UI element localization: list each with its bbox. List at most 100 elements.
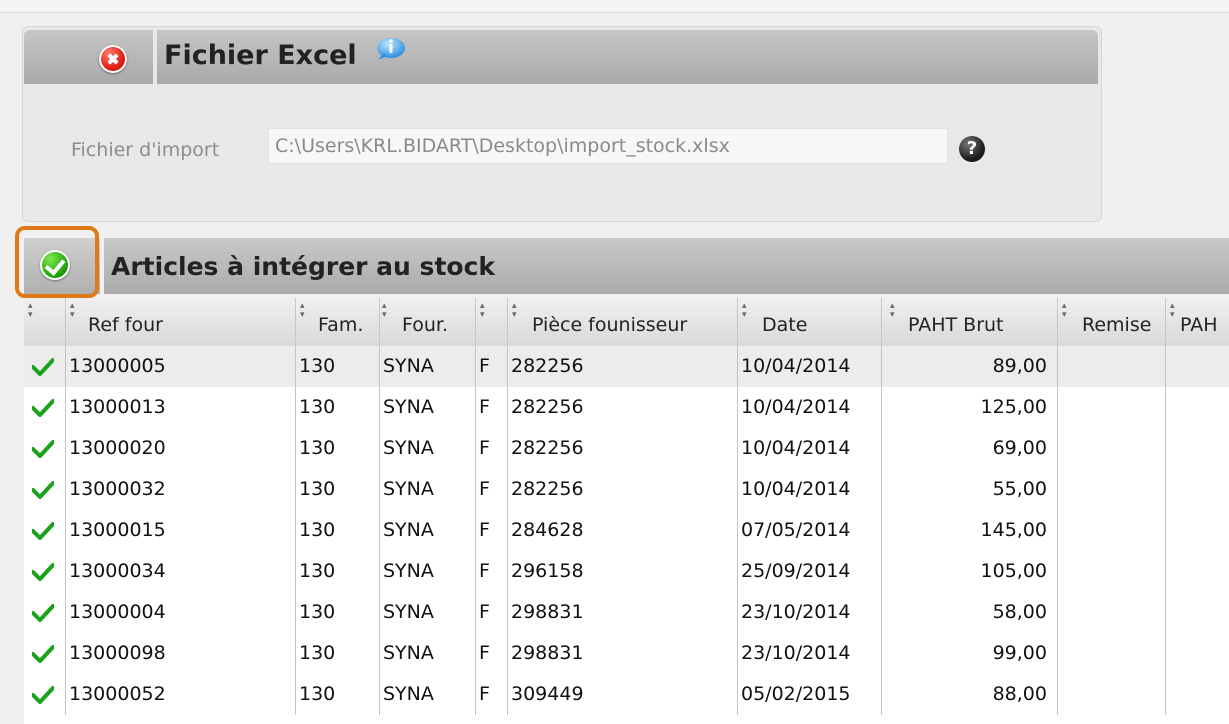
cell-ref: 13000098 — [66, 633, 296, 674]
cell-remise — [1058, 551, 1166, 592]
table-row[interactable]: 13000004 130 SYNA F 298831 23/10/2014 58,00 — [24, 592, 1229, 633]
row-status-cell — [24, 551, 66, 592]
column-header-paht[interactable]: ▴ ▾ PAH — [1166, 298, 1229, 346]
table-row[interactable]: 13000005 130 SYNA F 282256 10/04/2014 89,00 — [24, 346, 1229, 387]
cell-piece: 282256 — [508, 469, 738, 510]
table-row[interactable]: 13000020 130 SYNA F 282256 10/04/2014 69,00 — [24, 428, 1229, 469]
close-circle-icon[interactable] — [99, 45, 127, 73]
cell-brut: 105,00 — [882, 551, 1058, 592]
table-row[interactable]: 13000034 130 SYNA F 296158 25/09/2014 105,00 — [24, 551, 1229, 592]
table-row[interactable]: 13000032 130 SYNA F 282256 10/04/2014 55,00 — [24, 469, 1229, 510]
column-header-f[interactable]: ▴ ▾ — [476, 298, 508, 346]
checkmark-icon — [32, 440, 54, 458]
cell-piece: 296158 — [508, 551, 738, 592]
row-status-cell — [24, 428, 66, 469]
row-status-cell — [24, 674, 66, 715]
table-header: ▴ ▾ ▴ ▾ Ref four ▴ ▾ Fam. ▴ ▾ Four. ▴ ▾ ▴ ▾ Pi… — [24, 298, 1229, 347]
checkmark-icon — [32, 604, 54, 622]
row-status-cell — [24, 510, 66, 551]
cell-paht — [1166, 592, 1229, 633]
row-status-cell — [24, 592, 66, 633]
cell-ref: 13000015 — [66, 510, 296, 551]
cell-remise — [1058, 428, 1166, 469]
cell-paht — [1166, 633, 1229, 674]
column-header-remise[interactable]: ▴ ▾ Remise — [1058, 298, 1166, 346]
cell-date: 23/10/2014 — [738, 592, 882, 633]
cell-f: F — [476, 551, 508, 592]
column-header-date[interactable]: ▴ ▾ Date — [738, 298, 882, 346]
help-icon[interactable]: ? — [959, 136, 985, 162]
cell-brut: 99,00 — [882, 633, 1058, 674]
cell-ref: 13000032 — [66, 469, 296, 510]
sort-icon: ▴ ▾ — [1062, 301, 1067, 320]
cell-piece: 298831 — [508, 633, 738, 674]
cell-remise — [1058, 592, 1166, 633]
cell-date: 23/10/2014 — [738, 633, 882, 674]
checkmark-icon — [32, 399, 54, 417]
cell-brut: 125,00 — [882, 387, 1058, 428]
column-header-paht-brut[interactable]: ▴ ▾ PAHT Brut — [882, 298, 1058, 346]
sort-icon: ▴ ▾ — [480, 301, 485, 320]
sort-icon: ▴ ▾ — [742, 301, 747, 320]
cell-four: SYNA — [380, 346, 476, 387]
cell-piece: 309449 — [508, 674, 738, 715]
cell-remise — [1058, 633, 1166, 674]
sort-icon: ▴ ▾ — [890, 301, 895, 320]
cell-four: SYNA — [380, 387, 476, 428]
cell-f: F — [476, 469, 508, 510]
cell-remise — [1058, 346, 1166, 387]
excel-panel-title: Fichier Excel — [164, 40, 357, 71]
table-row[interactable]: 13000015 130 SYNA F 284628 07/05/2014 145,00 — [24, 510, 1229, 551]
cell-remise — [1058, 469, 1166, 510]
import-file-label: Fichier d'import — [71, 139, 220, 161]
cell-four: SYNA — [380, 592, 476, 633]
checkmark-icon — [32, 358, 54, 376]
column-header-ref-four[interactable]: ▴ ▾ Ref four — [66, 298, 296, 346]
row-status-cell — [24, 469, 66, 510]
table-row[interactable]: 13000013 130 SYNA F 282256 10/04/2014 125,00 — [24, 387, 1229, 428]
checkmark-icon — [32, 686, 54, 704]
cell-date: 25/09/2014 — [738, 551, 882, 592]
validate-button-highlight — [15, 226, 99, 298]
cell-fam: 130 — [296, 633, 380, 674]
cell-f: F — [476, 387, 508, 428]
row-status-cell — [24, 346, 66, 387]
cell-paht — [1166, 469, 1229, 510]
cell-remise — [1058, 674, 1166, 715]
column-header-piece-fournisseur[interactable]: ▴ ▾ Pièce founisseur — [508, 298, 738, 346]
cell-paht — [1166, 551, 1229, 592]
cell-fam: 130 — [296, 469, 380, 510]
cell-brut: 88,00 — [882, 674, 1058, 715]
table-row[interactable]: 13000052 130 SYNA F 309449 05/02/2015 88,00 — [24, 674, 1229, 715]
cell-four: SYNA — [380, 674, 476, 715]
checkmark-icon — [32, 522, 54, 540]
cell-brut: 145,00 — [882, 510, 1058, 551]
column-header-fam[interactable]: ▴ ▾ Fam. — [296, 298, 380, 346]
sort-icon: ▴ ▾ — [70, 301, 75, 320]
cell-f: F — [476, 592, 508, 633]
checkmark-icon — [32, 481, 54, 499]
cell-f: F — [476, 633, 508, 674]
cell-fam: 130 — [296, 387, 380, 428]
cell-four: SYNA — [380, 428, 476, 469]
checkmark-icon — [32, 645, 54, 663]
cell-date: 05/02/2015 — [738, 674, 882, 715]
cell-paht — [1166, 346, 1229, 387]
cell-date: 07/05/2014 — [738, 510, 882, 551]
cell-ref: 13000005 — [66, 346, 296, 387]
cell-piece: 282256 — [508, 387, 738, 428]
import-file-input[interactable]: C:\Users\KRL.BIDART\Desktop\import_stock… — [268, 128, 948, 164]
info-bubble-icon[interactable] — [372, 36, 406, 64]
checkmark-icon — [32, 563, 54, 581]
cell-piece: 282256 — [508, 346, 738, 387]
column-header-status[interactable]: ▴ ▾ — [24, 298, 66, 346]
sort-icon: ▴ ▾ — [300, 301, 305, 320]
cell-four: SYNA — [380, 510, 476, 551]
cell-ref: 13000034 — [66, 551, 296, 592]
cell-remise — [1058, 387, 1166, 428]
cell-brut: 55,00 — [882, 469, 1058, 510]
column-header-four[interactable]: ▴ ▾ Four. — [380, 298, 476, 346]
cell-ref: 13000052 — [66, 674, 296, 715]
table-row[interactable]: 13000098 130 SYNA F 298831 23/10/2014 99,00 — [24, 633, 1229, 674]
cell-four: SYNA — [380, 633, 476, 674]
